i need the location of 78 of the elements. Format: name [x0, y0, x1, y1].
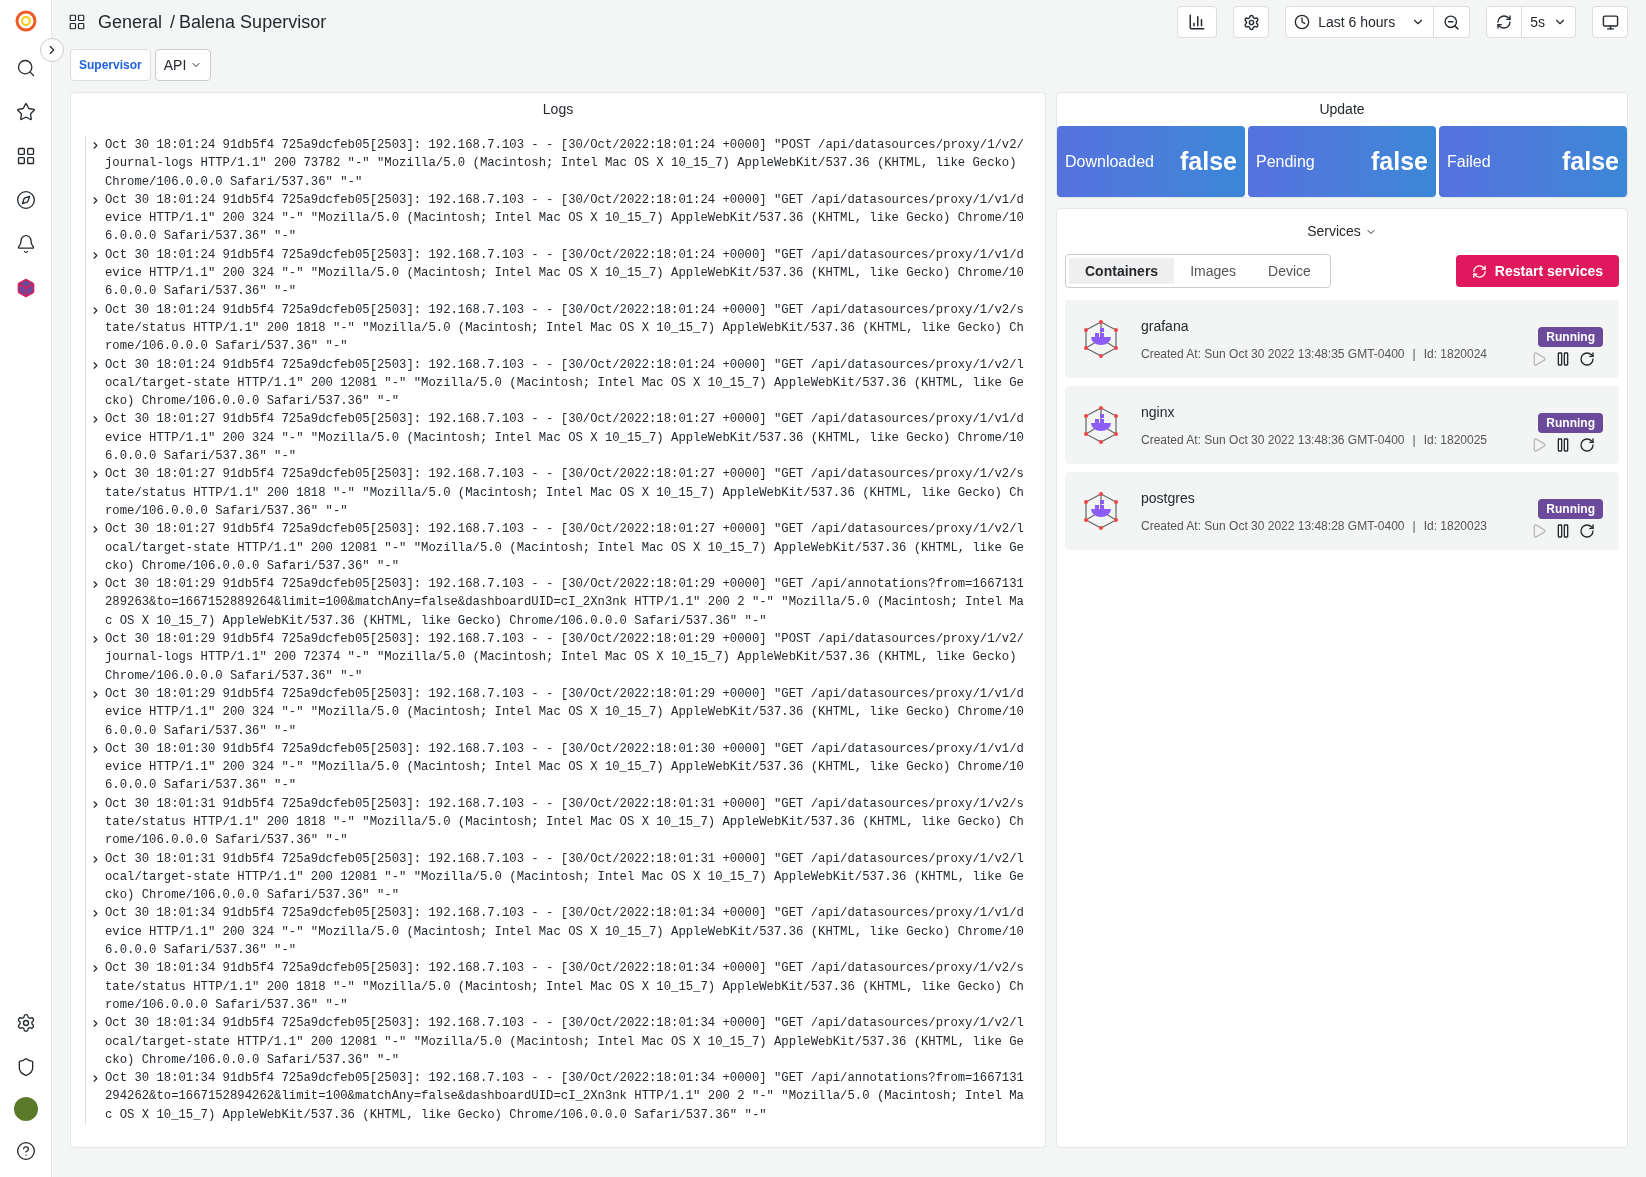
pause-icon[interactable]	[1555, 437, 1571, 453]
clock-icon	[1294, 14, 1311, 30]
docker-cube-icon	[1081, 491, 1121, 531]
tab[interactable]: Images	[1174, 258, 1253, 284]
panel-title[interactable]: Services	[1307, 221, 1361, 242]
log-line[interactable]: Oct 30 18:01:24 91db5f4 725a9dcfeb05[2503]: 192.168.7.103 - - [30/Oct/2022:18:01:24 +0000] "GET /api/datasources/proxy/1/v1/device HTTP/1.1" 200 324 "-" "Mozilla/5.0 (Macintosh; Intel Mac OS X 10_15_7) AppleWebKit/537.36 (KHTML, like Gecko) Chrome/106.0.0.0 Safari/537.36" "-"	[105, 190, 1031, 246]
created-at-text: Created At: Sun Oct 30 2022 13:48:28 GMT-0400	[1141, 517, 1405, 535]
log-line[interactable]: Oct 30 18:01:29 91db5f4 725a9dcfeb05[2503]: 192.168.7.103 - - [30/Oct/2022:18:01:29 +0000] "GET /api/datasources/proxy/1/v1/device HTTP/1.1" 200 324 "-" "Mozilla/5.0 (Macintosh; Intel Mac OS X 10_15_7) AppleWebKit/537.36 (KHTML, like Gecko) Chrome/106.0.0.0 Safari/537.36" "-"	[105, 684, 1031, 740]
log-line[interactable]: Oct 30 18:01:27 91db5f4 725a9dcfeb05[2503]: 192.168.7.103 - - [30/Oct/2022:18:01:27 +0000] "GET /api/datasources/proxy/1/v1/device HTTP/1.1" 200 324 "-" "Mozilla/5.0 (Macintosh; Intel Mac OS X 10_15_7) AppleWebKit/537.36 (KHTML, like Gecko) Chrome/106.0.0.0 Safari/537.36" "-"	[105, 410, 1031, 466]
panel-title: Logs	[541, 100, 575, 119]
log-line[interactable]: Oct 30 18:01:30 91db5f4 725a9dcfeb05[2503]: 192.168.7.103 - - [30/Oct/2022:18:01:30 +0000] "GET /api/datasources/proxy/1/v1/device HTTP/1.1" 200 324 "-" "Mozilla/5.0 (Macintosh; Intel Mac OS X 10_15_7) AppleWebKit/537.36 (KHTML, like Gecko) Chrome/106.0.0.0 Safari/537.36" "-"	[105, 739, 1031, 795]
separator: |	[1412, 517, 1416, 535]
expand-sidebar-button[interactable]	[40, 38, 64, 62]
stat-label: Failed	[1447, 151, 1491, 172]
time-range-picker[interactable]: Last 6 hours	[1285, 6, 1435, 38]
breadcrumb-folder[interactable]: General	[98, 8, 163, 36]
log-line[interactable]: Oct 30 18:01:34 91db5f4 725a9dcfeb05[2503]: 192.168.7.103 - - [30/Oct/2022:18:01:34 +0000] "GET /api/datasources/proxy/1/v2/state/status HTTP/1.1" 200 1818 "-" "Mozilla/5.0 (Macintosh; Intel Mac OS X 10_15_7) AppleWebKit/537.36 (KHTML, like Gecko) Chrome/106.0.0.0 Safari/537.36" "-"	[105, 959, 1031, 1015]
bar-chart-icon	[1188, 13, 1207, 31]
created-at-text: Created At: Sun Oct 30 2022 13:48:35 GMT-0400	[1141, 345, 1405, 363]
expand-row-icon[interactable]	[90, 249, 101, 261]
monitor-icon	[1601, 13, 1619, 31]
stat-label: Pending	[1256, 151, 1315, 172]
created-at-text: Created At: Sun Oct 30 2022 13:48:36 GMT-0400	[1141, 431, 1405, 449]
log-line[interactable]: Oct 30 18:01:24 91db5f4 725a9dcfeb05[2503]: 192.168.7.103 - - [30/Oct/2022:18:01:24 +0000] "POST /api/datasources/proxy/1/v2/journal-logs HTTP/1.1" 200 73782 "-" "Mozilla/5.0 (Macintosh; Intel Mac OS X 10_15_7) AppleWebKit/537.36 (KHTML, like Gecko) Chrome/106.0.0.0 Safari/537.36" "-"	[105, 136, 1031, 191]
log-line[interactable]: Oct 30 18:01:31 91db5f4 725a9dcfeb05[2503]: 192.168.7.103 - - [30/Oct/2022:18:01:31 +0000] "GET /api/datasources/proxy/1/v2/state/status HTTP/1.1" 200 1818 "-" "Mozilla/5.0 (Macintosh; Intel Mac OS X 10_15_7) AppleWebKit/537.36 (KHTML, like Gecko) Chrome/106.0.0.0 Safari/537.36" "-"	[105, 794, 1031, 850]
pause-icon[interactable]	[1555, 351, 1571, 367]
breadcrumb-separator: /	[170, 10, 176, 34]
zoom-out-icon	[1443, 13, 1461, 31]
service-name: nginx	[1141, 402, 1176, 422]
add-panel-button[interactable]	[1177, 6, 1218, 38]
variable-label: Supervisor	[70, 49, 151, 81]
log-line[interactable]: Oct 30 18:01:29 91db5f4 725a9dcfeb05[2503]: 192.168.7.103 - - [30/Oct/2022:18:01:29 +0000] "GET /api/annotations?from=1667131289263&to=1667152889264&limit=100&matchAny=false&dashboardUID=cI_2Xn3nk HTTP/1.1" 200 2 "-" "Mozilla/5.0 (Macintosh; Intel Mac OS X 10_15_7) AppleWebKit/537.36 (KHTML, like Gecko) Chrome/106.0.0.0 Safari/537.36" "-"	[105, 575, 1031, 630]
service-name: postgres	[1141, 488, 1196, 508]
log-line[interactable]: Oct 30 18:01:24 91db5f4 725a9dcfeb05[2503]: 192.168.7.103 - - [30/Oct/2022:18:01:24 +0000] "GET /api/datasources/proxy/1/v1/device HTTP/1.1" 200 324 "-" "Mozilla/5.0 (Macintosh; Intel Mac OS X 10_15_7) AppleWebKit/537.36 (KHTML, like Gecko) Chrome/106.0.0.0 Safari/537.36" "-"	[105, 245, 1031, 301]
restart-icon[interactable]	[1579, 523, 1595, 539]
service-name: grafana	[1141, 316, 1190, 336]
restart-icon[interactable]	[1579, 351, 1595, 367]
refresh-button[interactable]	[1486, 6, 1523, 38]
stat-value: false	[1180, 145, 1237, 177]
separator: |	[1412, 345, 1416, 363]
log-line[interactable]: Oct 30 18:01:34 91db5f4 725a9dcfeb05[2503]: 192.168.7.103 - - [30/Oct/2022:18:01:34 +0000] "GET /api/annotations?from=1667131294262&to=1667152894262&limit=100&matchAny=false&dashboardUID=cI_2Xn3nk HTTP/1.1" 200 2 "-" "Mozilla/5.0 (Macintosh; Intel Mac OS X 10_15_7) AppleWebKit/537.36 (KHTML, like Gecko) Chrome/106.0.0.0 Safari/537.36" "-"	[105, 1069, 1031, 1125]
service-id: Id: 1820025	[1423, 431, 1488, 449]
docker-cube-icon	[1081, 405, 1121, 445]
log-line[interactable]: Oct 30 18:01:24 91db5f4 725a9dcfeb05[2503]: 192.168.7.103 - - [30/Oct/2022:18:01:24 +0000] "GET /api/datasources/proxy/1/v2/state/status HTTP/1.1" 200 1818 "-" "Mozilla/5.0 (Macintosh; Intel Mac OS X 10_15_7) AppleWebKit/537.36 (KHTML, like Gecko) Chrome/106.0.0.0 Safari/537.36" "-"	[105, 300, 1031, 356]
refresh-icon	[1496, 14, 1513, 30]
status-badge: Running	[1538, 413, 1603, 433]
avatar[interactable]	[13, 1097, 38, 1121]
status-badge: Running	[1538, 499, 1603, 519]
stat-label: Downloaded	[1065, 151, 1154, 172]
dashboard-grid-icon	[68, 13, 86, 31]
log-line[interactable]: Oct 30 18:01:31 91db5f4 725a9dcfeb05[2503]: 192.168.7.103 - - [30/Oct/2022:18:01:31 +0000] "GET /api/datasources/proxy/1/v2/local/target-state HTTP/1.1" 200 12081 "-" "Mozilla/5.0 (Macintosh; Intel Mac OS X 10_15_7) AppleWebKit/537.36 (KHTML, like Gecko) Chrome/106.0.0.0 Safari/537.36" "-"	[105, 849, 1031, 905]
settings-button[interactable]	[1233, 6, 1270, 38]
panel-title: Update	[1318, 100, 1366, 119]
variable-dropdown[interactable]: API	[154, 49, 212, 81]
log-line[interactable]: Oct 30 18:01:27 91db5f4 725a9dcfeb05[2503]: 192.168.7.103 - - [30/Oct/2022:18:01:27 +0000] "GET /api/datasources/proxy/1/v2/state/status HTTP/1.1" 200 1818 "-" "Mozilla/5.0 (Macintosh; Intel Mac OS X 10_15_7) AppleWebKit/537.36 (KHTML, like Gecko) Chrome/106.0.0.0 Safari/537.36" "-"	[105, 465, 1031, 521]
restart-icon[interactable]	[1579, 437, 1595, 453]
settings-icon	[1242, 13, 1260, 31]
log-line[interactable]: Oct 30 18:01:24 91db5f4 725a9dcfeb05[2503]: 192.168.7.103 - - [30/Oct/2022:18:01:24 +0000] "GET /api/datasources/proxy/1/v2/local/target-state HTTP/1.1" 200 12081 "-" "Mozilla/5.0 (Macintosh; Intel Mac OS X 10_15_7) AppleWebKit/537.36 (KHTML, like Gecko) Chrome/106.0.0.0 Safari/537.36" "-"	[105, 355, 1031, 411]
service-id: Id: 1820024	[1423, 345, 1488, 363]
refresh-icon	[1471, 263, 1487, 279]
docker-cube-icon	[1081, 319, 1121, 359]
tab[interactable]: Device	[1252, 258, 1327, 284]
service-id: Id: 1820023	[1423, 517, 1488, 535]
separator: |	[1412, 431, 1416, 449]
status-badge: Running	[1538, 327, 1603, 347]
tab[interactable]: Containers	[1069, 258, 1175, 284]
dashboard-title: Balena Supervisor	[179, 10, 327, 34]
log-line[interactable]: Oct 30 18:01:34 91db5f4 725a9dcfeb05[2503]: 192.168.7.103 - - [30/Oct/2022:18:01:34 +0000] "GET /api/datasources/proxy/1/v2/local/target-state HTTP/1.1" 200 12081 "-" "Mozilla/5.0 (Macintosh; Intel Mac OS X 10_15_7) AppleWebKit/537.36 (KHTML, like Gecko) Chrome/106.0.0.0 Safari/537.36" "-"	[105, 1014, 1031, 1070]
tv-mode-button[interactable]	[1592, 6, 1628, 38]
log-line[interactable]: Oct 30 18:01:29 91db5f4 725a9dcfeb05[2503]: 192.168.7.103 - - [30/Oct/2022:18:01:29 +0000] "POST /api/datasources/proxy/1/v2/journal-logs HTTP/1.1" 200 72374 "-" "Mozilla/5.0 (Macintosh; Intel Mac OS X 10_15_7) AppleWebKit/537.36 (KHTML, like Gecko) Chrome/106.0.0.0 Safari/537.36" "-"	[105, 630, 1031, 685]
stat-value: false	[1371, 145, 1428, 177]
log-line[interactable]: Oct 30 18:01:34 91db5f4 725a9dcfeb05[2503]: 192.168.7.103 - - [30/Oct/2022:18:01:34 +0000] "GET /api/datasources/proxy/1/v1/device HTTP/1.1" 200 324 "-" "Mozilla/5.0 (Macintosh; Intel Mac OS X 10_15_7) AppleWebKit/537.36 (KHTML, like Gecko) Chrome/106.0.0.0 Safari/537.36" "-"	[105, 904, 1031, 960]
restart-services-button[interactable]: Restart services	[1455, 255, 1619, 287]
pause-icon[interactable]	[1555, 523, 1571, 539]
stat-value: false	[1562, 145, 1619, 177]
log-line[interactable]: Oct 30 18:01:27 91db5f4 725a9dcfeb05[2503]: 192.168.7.103 - - [30/Oct/2022:18:01:27 +0000] "GET /api/datasources/proxy/1/v2/local/target-state HTTP/1.1" 200 12081 "-" "Mozilla/5.0 (Macintosh; Intel Mac OS X 10_15_7) AppleWebKit/537.36 (KHTML, like Gecko) Chrome/106.0.0.0 Safari/537.36" "-"	[105, 520, 1031, 576]
zoom-out-button[interactable]	[1434, 6, 1471, 38]
refresh-interval-picker[interactable]: 5s	[1522, 6, 1576, 38]
